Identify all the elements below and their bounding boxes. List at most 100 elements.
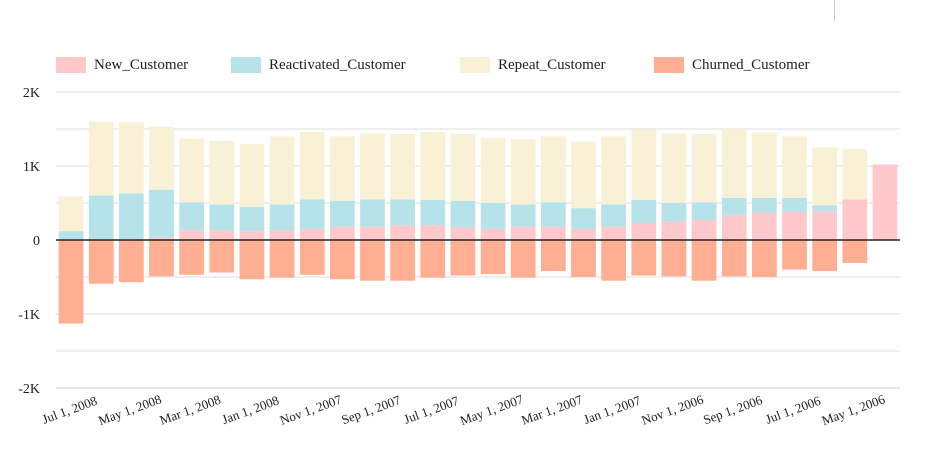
bar-reactivated-customer [721, 197, 747, 215]
bar-reactivated-customer [480, 203, 506, 229]
bar-new-customer [541, 226, 566, 240]
bar-repeat-customer [179, 138, 204, 203]
bar-reactivated-customer [450, 200, 476, 228]
bar-new-customer [450, 227, 476, 240]
bar-repeat-customer [691, 134, 717, 203]
y-tick-label: 2K [23, 86, 40, 101]
x-tick-label: Nov 1, 2007 [278, 391, 344, 427]
x-tick-label: Jul 1, 2006 [763, 393, 823, 427]
bar-reactivated-customer [299, 199, 325, 229]
y-tick-label: 1K [23, 160, 40, 175]
bar-churned-customer [239, 240, 265, 280]
bar-repeat-customer [450, 134, 476, 201]
bar-new-customer [842, 199, 868, 240]
bar-new-customer [601, 226, 626, 240]
bar-new-customer [661, 221, 687, 240]
bar-churned-customer [88, 240, 114, 284]
bar-churned-customer [330, 240, 355, 280]
bar-churned-customer [842, 240, 868, 263]
bar-churned-customer [601, 240, 626, 281]
bar-new-customer [691, 220, 717, 240]
bar-new-customer [330, 226, 355, 240]
legend-item-repeat-customer[interactable]: Repeat_Customer [460, 55, 605, 75]
bar-churned-customer [541, 240, 566, 272]
bar-reactivated-customer [782, 197, 807, 212]
bar-repeat-customer [571, 141, 596, 209]
bar-repeat-customer [149, 126, 174, 190]
bar-repeat-customer [420, 131, 446, 201]
bar-churned-customer [631, 240, 657, 276]
bar-churned-customer [420, 240, 446, 278]
bar-new-customer [269, 230, 295, 240]
legend-label: New_Customer [94, 56, 189, 73]
bar-repeat-customer [58, 196, 84, 232]
legend-item-churned-customer[interactable]: Churned_Customer [654, 55, 810, 75]
legend-item-new-customer[interactable]: New_Customer [56, 55, 188, 75]
bar-reactivated-customer [119, 193, 144, 240]
x-tick-label: Jan 1, 2007 [582, 392, 644, 427]
bar-churned-customer [510, 240, 536, 278]
bar-churned-customer [480, 240, 506, 275]
y-tick-label: -1K [18, 308, 40, 323]
bar-layer [58, 121, 898, 324]
bar-churned-customer [119, 240, 144, 283]
bar-repeat-customer [842, 148, 868, 200]
x-tick-label: May 1, 2006 [820, 391, 888, 428]
bar-churned-customer [149, 240, 174, 277]
bar-reactivated-customer [812, 205, 837, 212]
bar-reactivated-customer [691, 202, 717, 221]
bar-reactivated-customer [390, 199, 415, 226]
bar-churned-customer [571, 240, 596, 277]
bar-new-customer [239, 231, 265, 240]
bar-reactivated-customer [330, 200, 355, 227]
bar-repeat-customer [119, 122, 144, 194]
bar-reactivated-customer [209, 204, 235, 231]
bar-new-customer [510, 226, 536, 240]
legend-swatch [460, 57, 490, 73]
bar-repeat-customer [782, 136, 807, 198]
bar-churned-customer [179, 240, 204, 275]
bar-repeat-customer [752, 132, 777, 198]
bar-new-customer [812, 211, 837, 240]
bar-new-customer [721, 214, 747, 240]
x-tick-label: Jul 1, 2008 [40, 393, 99, 427]
bar-churned-customer [450, 240, 476, 276]
bar-repeat-customer [601, 136, 626, 205]
bar-reactivated-customer [631, 200, 657, 223]
bar-repeat-customer [541, 136, 566, 203]
x-tick-label: Jan 1, 2008 [220, 393, 281, 427]
bar-repeat-customer [88, 121, 114, 196]
legend-item-reactivated-customer[interactable]: Reactivated_Customer [231, 55, 406, 75]
bar-reactivated-customer [571, 208, 596, 229]
bar-churned-customer [299, 240, 325, 275]
bar-repeat-customer [239, 143, 265, 207]
bar-reactivated-customer [510, 204, 536, 227]
bar-new-customer [782, 211, 807, 240]
x-tick-label: Sep 1, 2006 [701, 392, 765, 427]
bar-reactivated-customer [179, 202, 204, 231]
bar-reactivated-customer [269, 204, 295, 231]
x-tick-label: May 1, 2008 [96, 391, 163, 428]
chart-legend: New_Customer Reactivated_Customer Repeat… [0, 55, 930, 75]
y-tick-label: 0 [33, 234, 40, 249]
bar-reactivated-customer [149, 189, 174, 238]
x-tick-label: Mar 1, 2007 [519, 392, 585, 428]
x-tick-label: Mar 1, 2008 [158, 392, 223, 428]
legend-label: Repeat_Customer [498, 56, 606, 73]
bar-churned-customer [812, 240, 837, 272]
bar-repeat-customer [721, 129, 747, 198]
bar-churned-customer [782, 240, 807, 270]
bar-churned-customer [58, 240, 84, 324]
bar-repeat-customer [480, 137, 506, 203]
bar-reactivated-customer [58, 231, 84, 240]
bar-repeat-customer [661, 133, 687, 203]
bar-new-customer [872, 164, 898, 240]
bar-repeat-customer [299, 131, 325, 200]
bar-new-customer [571, 228, 596, 240]
bar-churned-customer [661, 240, 687, 277]
bar-new-customer [480, 228, 506, 240]
bar-reactivated-customer [88, 195, 114, 240]
bar-reactivated-customer [239, 206, 265, 232]
bar-reactivated-customer [601, 204, 626, 227]
x-tick-label: Sep 1, 2007 [339, 392, 403, 427]
